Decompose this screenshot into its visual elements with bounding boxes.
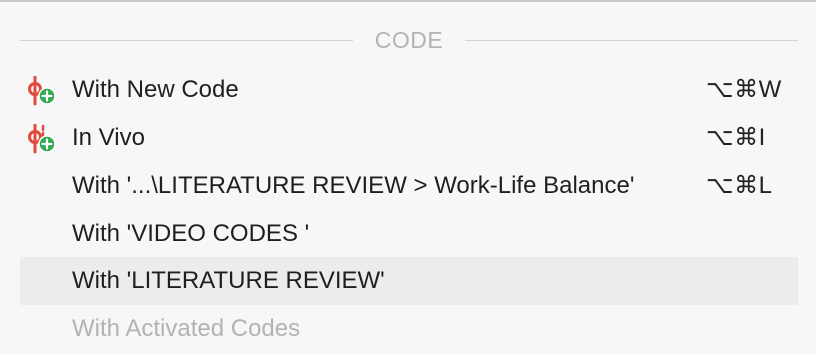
code-context-menu: CODE With New Code ⌥⌘W In Vivo ⌥⌘I With … (0, 0, 816, 354)
menu-item-shortcut: ⌥⌘I (706, 124, 766, 151)
menu-item-with-new-code[interactable]: With New Code ⌥⌘W (20, 66, 798, 114)
menu-item-shortcut: ⌥⌘W (706, 76, 782, 103)
menu-item-label: In Vivo (72, 124, 145, 151)
menu-item-label: With Activated Codes (72, 315, 301, 342)
section-divider-right (465, 39, 799, 41)
menu-item-with-literature-review[interactable]: With 'LITERATURE REVIEW' (20, 257, 798, 305)
menu-item-with-activated-codes: With Activated Codes (20, 305, 798, 353)
section-title: CODE (374, 27, 444, 53)
menu-item-label: With 'VIDEO CODES ' (72, 220, 310, 247)
in-vivo-code-icon (25, 123, 59, 154)
code-add-icon (25, 75, 59, 106)
menu-item-in-vivo[interactable]: In Vivo ⌥⌘I (20, 114, 798, 162)
menu-item-shortcut: ⌥⌘L (706, 172, 773, 199)
menu-item-label: With '...\LITERATURE REVIEW > Work-Life … (72, 172, 635, 199)
menu-item-with-video-codes[interactable]: With 'VIDEO CODES ' (20, 210, 798, 258)
section-divider-left (20, 39, 353, 41)
menu-item-label: With New Code (72, 76, 239, 103)
menu-item-with-work-life-balance[interactable]: With '...\LITERATURE REVIEW > Work-Life … (20, 162, 798, 210)
section-header-code: CODE (20, 26, 799, 54)
menu-item-label: With 'LITERATURE REVIEW' (72, 267, 385, 294)
